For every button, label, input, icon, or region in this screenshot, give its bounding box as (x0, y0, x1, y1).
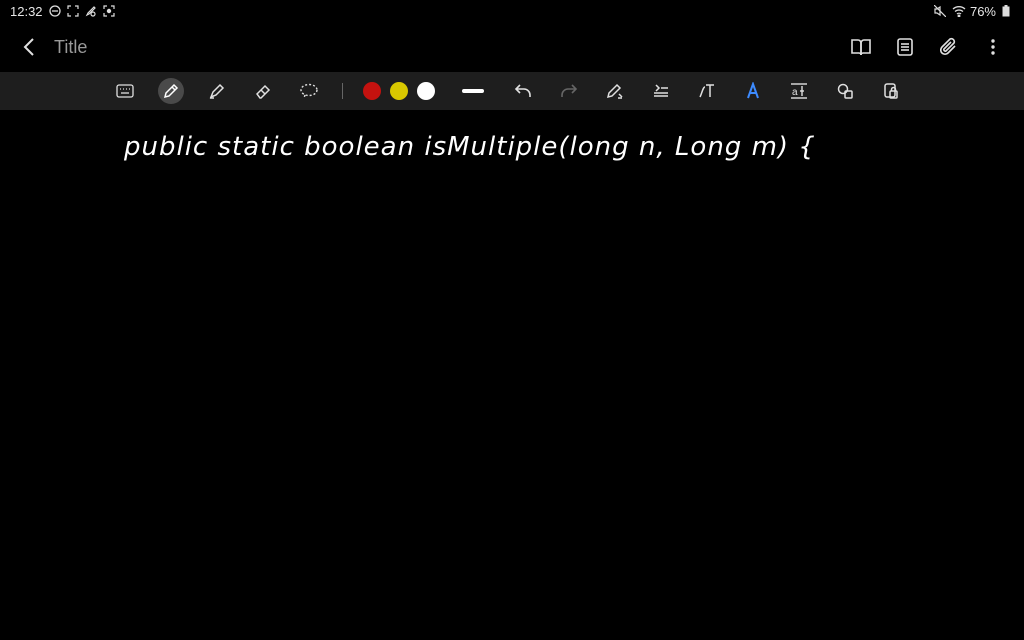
screen-record-icon (102, 5, 115, 17)
text-style-button[interactable] (740, 78, 766, 104)
text-align-button[interactable] (648, 78, 674, 104)
redo-button[interactable] (556, 78, 582, 104)
status-right: 76% (933, 3, 1014, 19)
title-bar: Title (0, 22, 1024, 72)
note-title[interactable]: Title (54, 37, 87, 58)
status-left: 12:32 (10, 4, 115, 19)
align-lines-icon (654, 84, 668, 97)
battery-percent: 76% (969, 3, 996, 19)
highlighter-icon (209, 83, 225, 99)
eraser-tool[interactable] (250, 78, 276, 104)
text-convert-icon (699, 84, 714, 98)
text-box-icon: a (791, 83, 807, 99)
highlighter-tool[interactable] (204, 78, 230, 104)
attach-button[interactable] (936, 34, 962, 60)
paperclip-icon (940, 37, 956, 56)
text-box-button[interactable]: a (786, 78, 812, 104)
note-canvas[interactable]: public static boolean isMultiple(long n,… (0, 110, 1024, 640)
lock-button[interactable] (878, 78, 904, 104)
more-options-button[interactable] (980, 34, 1006, 60)
battery-icon (1002, 5, 1014, 17)
color-yellow[interactable] (390, 82, 408, 100)
keyboard-tool[interactable] (112, 78, 138, 104)
more-vertical-icon (991, 39, 995, 55)
shapes-button[interactable] (832, 78, 858, 104)
handwriting-to-text-button[interactable] (694, 78, 720, 104)
list-page-icon (897, 38, 913, 56)
lasso-icon (300, 83, 318, 99)
letter-a-icon (747, 82, 759, 99)
chevron-left-icon (23, 38, 34, 56)
color-white[interactable] (417, 82, 435, 100)
dnd-icon (48, 5, 61, 17)
screenshot-icon (66, 5, 79, 17)
book-view-button[interactable] (848, 34, 874, 60)
mute-icon (933, 5, 946, 17)
color-red[interactable] (363, 82, 381, 100)
shapes-icon (837, 83, 853, 99)
drawing-toolbar: a (0, 72, 1024, 110)
status-bar: 12:32 76% (0, 0, 1024, 22)
pen-size-button[interactable] (462, 89, 484, 93)
page-list-button[interactable] (892, 34, 918, 60)
wifi-icon (952, 5, 966, 17)
pen-icon (163, 83, 179, 99)
redo-icon (561, 84, 578, 97)
status-time: 12:32 (10, 3, 43, 19)
svg-text:a: a (792, 87, 798, 98)
pen-settings-icon (606, 83, 623, 99)
pen-tool[interactable] (158, 78, 184, 104)
title-actions (848, 34, 1006, 60)
keyboard-icon (116, 84, 134, 98)
lasso-tool[interactable] (296, 78, 322, 104)
toolbar-divider (342, 83, 343, 99)
open-book-icon (851, 39, 871, 56)
eraser-icon (256, 84, 271, 99)
pen-settings-button[interactable] (602, 78, 628, 104)
handwritten-code-line: public static boolean isMultiple(long n,… (124, 132, 816, 162)
back-button[interactable] (18, 36, 40, 58)
lock-icon (884, 83, 898, 99)
undo-button[interactable] (510, 78, 536, 104)
undo-icon (514, 84, 531, 97)
pen-status-icon (85, 5, 97, 17)
